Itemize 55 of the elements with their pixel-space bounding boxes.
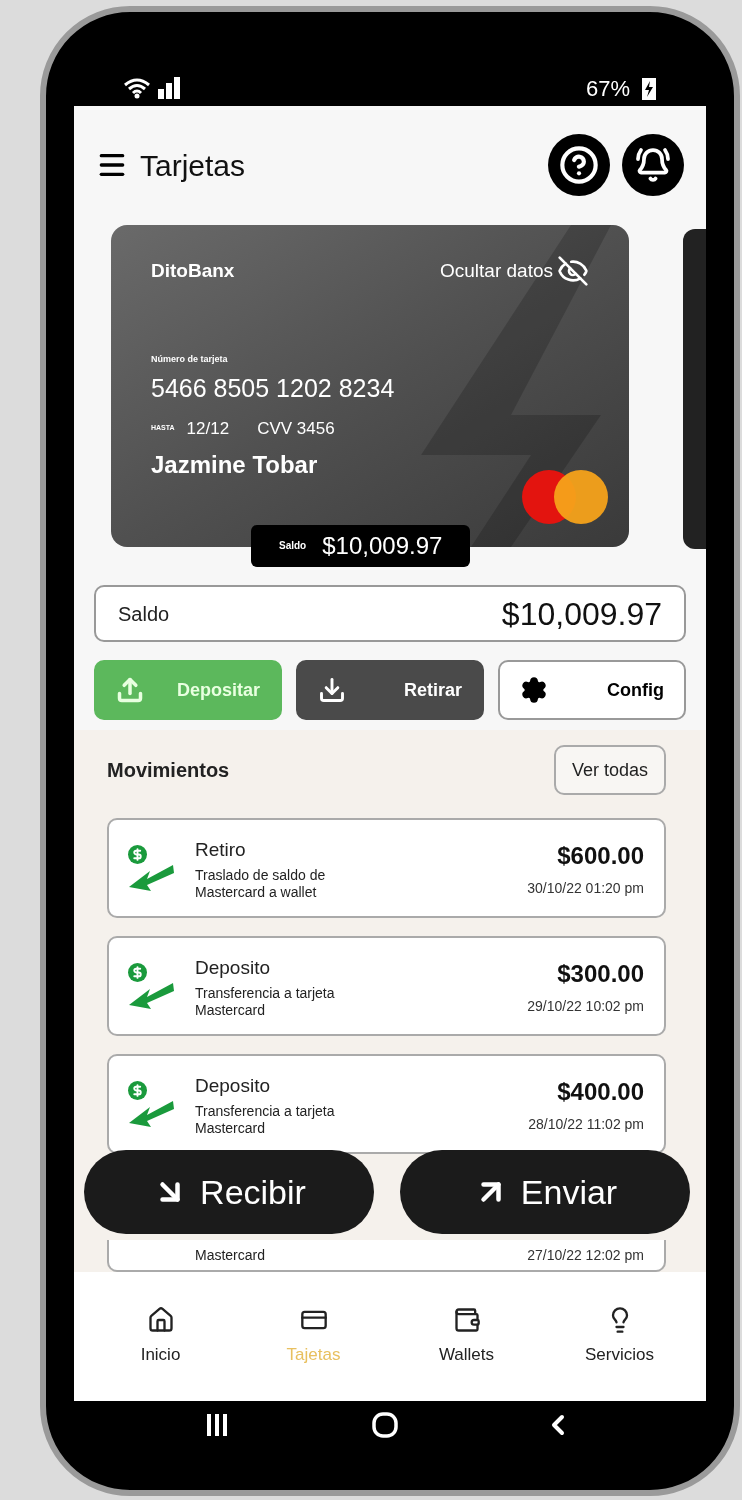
card-number: 5466 8505 1202 8234 (151, 373, 396, 405)
page-title: Tarjetas (140, 147, 246, 184)
balance-label: Saldo (118, 601, 170, 627)
movements-title: Movimientos (107, 758, 230, 784)
transaction-card[interactable]: Retiro Traslado de saldo de Mastercard a wallet $600.00 30/10/22 01:20 pm (107, 818, 666, 919)
dollar-arrow-icon (127, 843, 175, 894)
transaction-title: Retiro (195, 838, 247, 863)
signal-icon (158, 77, 182, 99)
dollar-arrow-icon (127, 961, 175, 1012)
withdraw-button[interactable]: Retirar (296, 660, 484, 721)
see-all-button[interactable]: Ver todas (553, 745, 666, 796)
transaction-description: Transferencia a tarjeta Mastercard (195, 984, 336, 1019)
transaction-amount: $300.00 (557, 958, 644, 989)
transaction-card[interactable]: Mastercard 27/10/22 12:02 pm (107, 1240, 666, 1273)
transaction-date: 29/10/22 10:02 pm (527, 996, 644, 1016)
transaction-title: Deposito (195, 1074, 271, 1099)
transaction-description: Traslado de saldo de Mastercard a wallet (195, 866, 327, 901)
expiry-date: 12/12 (186, 417, 230, 440)
config-button[interactable]: Config (498, 660, 686, 721)
receive-button[interactable]: Recibir (84, 1150, 374, 1234)
question-icon (559, 145, 599, 186)
transaction-amount: $600.00 (557, 840, 644, 871)
card-number-label: Número de tarjeta (151, 352, 229, 366)
hide-data-link[interactable]: Ocultar datos (440, 256, 553, 286)
balance-value: $10,009.97 (501, 594, 662, 634)
transaction-amount: $400.00 (557, 1076, 644, 1107)
battery-percentage: 67% (585, 74, 630, 103)
dollar-arrow-icon (127, 1079, 175, 1130)
cardholder-name: Jazmine Tobar (151, 450, 319, 481)
send-button[interactable]: Enviar (400, 1150, 690, 1234)
transaction-date: 28/10/22 11:02 pm (528, 1114, 644, 1134)
transaction-date: 27/10/22 12:02 pm (527, 1245, 644, 1265)
transaction-card[interactable]: Deposito Transferencia a tarjeta Mastercard $400.00 28/10/22 11:02 pm (107, 1054, 666, 1155)
transaction-title: Deposito (195, 956, 271, 981)
upload-icon (116, 676, 144, 705)
battery-charging-icon (642, 76, 656, 100)
recent-apps-icon[interactable] (206, 1414, 228, 1436)
nav-tab[interactable]: Wallets (390, 1305, 543, 1368)
circles-logo-icon (521, 468, 609, 525)
transaction-description: Mastercard (195, 1245, 266, 1265)
bank-name: DitoBanx (151, 258, 235, 283)
transaction-description: Transferencia a tarjeta Mastercard (195, 1102, 336, 1137)
eye-slash-icon (557, 254, 589, 287)
nav-tab[interactable]: Servicios (543, 1305, 696, 1368)
home-icon (146, 1305, 175, 1334)
bell-icon (635, 147, 671, 184)
wifi-icon (124, 77, 150, 99)
nav-tab[interactable]: Inicio (84, 1305, 237, 1368)
download-icon (318, 676, 346, 705)
transaction-date: 30/10/22 01:20 pm (527, 878, 644, 898)
card-balance: $10,009.97 (322, 530, 443, 561)
wallet-icon (452, 1305, 481, 1334)
cvv: CVV 3456 (257, 417, 335, 440)
transaction-card[interactable]: Deposito Transferencia a tarjeta Mastercard $300.00 29/10/22 10:02 pm (107, 936, 666, 1037)
card-balance-label: Saldo (279, 539, 307, 554)
